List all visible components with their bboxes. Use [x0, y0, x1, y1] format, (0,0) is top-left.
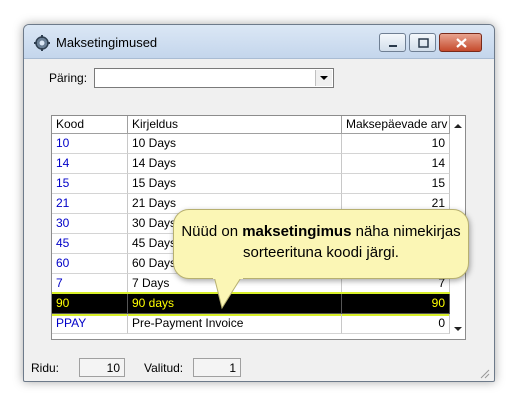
instruction-callout: Nüüd on maksetingimus näha nimekirjas so… — [173, 209, 469, 279]
table-row[interactable]: 10 10 Days 10 — [52, 134, 450, 154]
gear-icon — [34, 35, 50, 51]
cell-days[interactable]: 90 — [342, 294, 450, 314]
query-label: Päring: — [49, 71, 88, 85]
callout-text-part-1: Nüüd on — [181, 223, 243, 240]
cell-code[interactable]: 7 — [52, 274, 128, 294]
cell-description[interactable]: 14 Days — [128, 154, 342, 174]
rows-count-value: 10 — [79, 358, 125, 377]
cell-days[interactable]: 14 — [342, 154, 450, 174]
cell-description[interactable]: Pre-Payment Invoice — [128, 314, 342, 334]
title-bar[interactable]: Maksetingimused — [24, 25, 494, 59]
cell-code[interactable]: 60 — [52, 254, 128, 274]
status-bar: Ridu: 10 Valitud: 1 — [24, 355, 494, 381]
cell-code[interactable]: 21 — [52, 194, 128, 214]
maximize-icon — [418, 38, 429, 48]
column-header-days[interactable]: Maksepäevade arv — [342, 116, 450, 134]
cell-code[interactable]: 45 — [52, 234, 128, 254]
cell-code[interactable]: 90 — [52, 294, 128, 314]
payment-terms-window: Maksetingimused Päring: Kood Kirjeldus M… — [23, 24, 495, 382]
selected-count-value: 1 — [193, 358, 241, 377]
cell-description[interactable]: 10 Days — [128, 134, 342, 154]
column-header-description[interactable]: Kirjeldus — [128, 116, 342, 134]
cell-code[interactable]: 15 — [52, 174, 128, 194]
table-row[interactable]: 15 15 Days 15 — [52, 174, 450, 194]
cell-days[interactable]: 0 — [342, 314, 450, 334]
selected-count-label: Valitud: — [144, 361, 184, 375]
table-row[interactable]: 14 14 Days 14 — [52, 154, 450, 174]
callout-text-bold: maksetingimus — [242, 223, 352, 240]
column-header-code[interactable]: Kood — [52, 116, 128, 134]
cell-days[interactable]: 15 — [342, 174, 450, 194]
table-row[interactable]: 90 90 days 90 — [52, 292, 452, 316]
minimize-button[interactable] — [379, 33, 406, 52]
minimize-icon — [389, 45, 397, 47]
table-row[interactable]: PPAY Pre-Payment Invoice 0 — [52, 314, 450, 334]
close-icon — [456, 38, 467, 48]
cell-days[interactable]: 10 — [342, 134, 450, 154]
cell-code[interactable]: 14 — [52, 154, 128, 174]
chevron-down-icon — [320, 76, 328, 80]
scroll-down-icon[interactable] — [450, 321, 466, 337]
maximize-button[interactable] — [409, 33, 436, 52]
callout-pointer — [213, 276, 243, 310]
dropdown-button[interactable] — [315, 70, 332, 86]
close-button[interactable] — [439, 33, 482, 52]
rows-count-label: Ridu: — [31, 361, 60, 375]
grid-header: Kood Kirjeldus Maksepäevade arv — [52, 116, 450, 134]
window-title: Maksetingimused — [56, 35, 158, 50]
cell-code[interactable]: 30 — [52, 214, 128, 234]
resize-grip-icon[interactable] — [478, 367, 490, 379]
cell-description[interactable]: 15 Days — [128, 174, 342, 194]
query-dropdown[interactable] — [94, 68, 334, 88]
cell-code[interactable]: PPAY — [52, 314, 128, 334]
scroll-up-icon[interactable] — [450, 118, 466, 134]
cell-code[interactable]: 10 — [52, 134, 128, 154]
